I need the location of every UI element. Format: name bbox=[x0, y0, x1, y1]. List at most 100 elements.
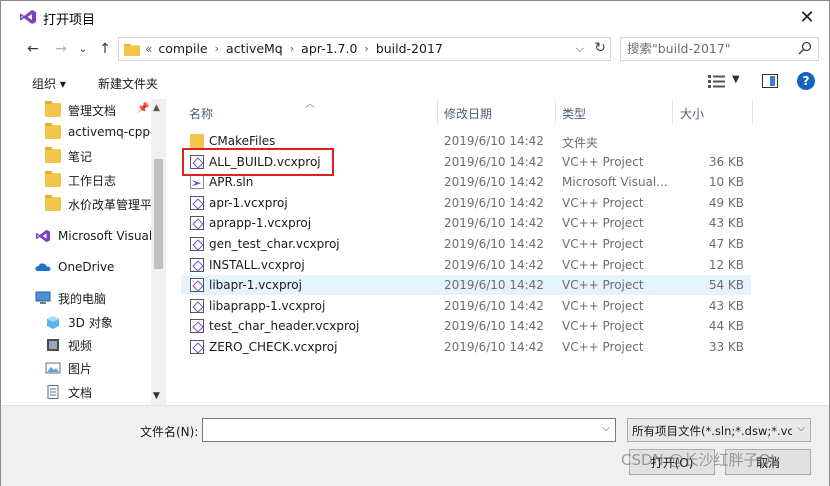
view-options-icon[interactable] bbox=[708, 74, 726, 88]
column-divider[interactable] bbox=[437, 99, 438, 125]
chevron-right-icon[interactable]: › bbox=[364, 42, 368, 55]
breadcrumb: « compile › activeMq › apr-1.7.0 › build… bbox=[145, 41, 443, 56]
up-button[interactable]: ↑ bbox=[95, 39, 115, 59]
file-modified-date: 2019/6/10 14:42 bbox=[444, 154, 544, 169]
folder-icon bbox=[190, 134, 204, 148]
view-dropdown-icon[interactable]: ▼ bbox=[732, 74, 740, 85]
file-size: 43 KB bbox=[708, 216, 744, 231]
file-name: aprapp-1.vcxproj bbox=[209, 216, 312, 231]
sidebar-item-this-pc[interactable]: 我的电脑 bbox=[35, 287, 163, 309]
sidebar-item-pictures[interactable]: 图片 bbox=[45, 357, 166, 379]
file-size: 12 KB bbox=[708, 257, 744, 272]
breadcrumb-compile[interactable]: compile bbox=[158, 41, 207, 56]
filename-input[interactable] bbox=[207, 420, 597, 440]
preview-pane-icon[interactable] bbox=[762, 74, 778, 88]
file-row[interactable]: aprapp-1.vcxproj 2019/6/10 14:42 VC++ Proj… bbox=[181, 213, 751, 233]
file-modified-date: 2019/6/10 14:42 bbox=[444, 257, 544, 272]
column-header-type[interactable]: 类型 bbox=[562, 105, 586, 122]
column-divider[interactable] bbox=[672, 99, 673, 125]
sidebar-item-label: 我的电脑 bbox=[58, 291, 107, 306]
back-button[interactable]: ← bbox=[23, 39, 43, 59]
forward-button[interactable]: → bbox=[51, 39, 71, 59]
breadcrumb-overflow[interactable]: « bbox=[145, 42, 152, 56]
file-size: 44 KB bbox=[708, 319, 744, 334]
new-folder-button[interactable]: 新建文件夹 bbox=[98, 75, 158, 92]
file-row[interactable]: libapr-1.vcxproj 2019/6/10 14:42 VC++ Proj… bbox=[181, 275, 751, 296]
sidebar-item-documents[interactable]: 文档 bbox=[45, 381, 166, 403]
scrollbar-thumb[interactable] bbox=[154, 159, 163, 269]
chevron-down-icon[interactable]: ⌵ bbox=[602, 423, 610, 434]
file-type-filter-label: 所有项目文件(*.sln;*.dsw;*.vcw bbox=[632, 424, 792, 438]
navigation-bar: ← → ⌄ ↑ « compile › activeMq › apr-1.7.0… bbox=[1, 33, 829, 65]
sidebar-item-3d-objects[interactable]: 3D 对象 bbox=[45, 311, 166, 333]
arrow-left-icon: ← bbox=[27, 41, 39, 57]
file-row[interactable]: apr-1.vcxproj 2019/6/10 14:42 VC++ Project… bbox=[181, 193, 751, 213]
breadcrumb-activemq[interactable]: activeMq bbox=[226, 41, 283, 56]
scroll-up-icon[interactable]: ▲ bbox=[153, 103, 160, 113]
help-icon[interactable]: ? bbox=[797, 72, 815, 90]
file-size: 43 KB bbox=[708, 298, 744, 313]
column-header-date[interactable]: 修改日期 bbox=[444, 105, 492, 122]
folder-icon bbox=[45, 101, 61, 117]
file-size: 49 KB bbox=[708, 195, 744, 210]
vcxproj-icon bbox=[190, 278, 204, 293]
refresh-icon[interactable]: ↻ bbox=[594, 40, 606, 56]
file-name: ZERO_CHECK.vcxproj bbox=[209, 340, 338, 354]
sidebar-item-microsoft-visual[interactable]: Microsoft Visual bbox=[35, 225, 163, 247]
breadcrumb-apr[interactable]: apr-1.7.0 bbox=[301, 41, 357, 56]
search-icon[interactable] bbox=[798, 41, 812, 55]
navigation-pane-scrollbar[interactable]: ▲ ▼ bbox=[151, 99, 166, 405]
sidebar-item-water-price[interactable]: 水价改革管理平· bbox=[45, 193, 166, 215]
file-modified-date: 2019/6/10 14:42 bbox=[444, 175, 544, 190]
sidebar-item-label: 图片 bbox=[68, 361, 93, 376]
column-header-name[interactable]: 名称 bbox=[189, 105, 213, 122]
file-modified-date: 2019/6/10 14:42 bbox=[444, 319, 544, 334]
search-box[interactable] bbox=[620, 37, 819, 61]
scroll-down-icon[interactable]: ▼ bbox=[153, 391, 160, 401]
chevron-down-icon[interactable]: ⌵ bbox=[797, 423, 805, 434]
visual-studio-icon bbox=[36, 229, 50, 243]
file-name: INSTALL.vcxproj bbox=[209, 257, 305, 272]
sidebar-item-label: 管理文档 bbox=[68, 103, 117, 118]
column-header-size[interactable]: 大小 bbox=[680, 105, 704, 122]
file-row[interactable]: gen_test_char.vcxproj 2019/6/10 14:42 VC++… bbox=[181, 234, 751, 254]
sidebar-item-activemq[interactable]: activemq-cpp-l bbox=[45, 121, 166, 143]
organize-button[interactable]: 组织 ▾ bbox=[32, 75, 66, 92]
visual-studio-icon bbox=[20, 10, 36, 24]
file-row[interactable]: libaprapp-1.vcxproj 2019/6/10 14:42 VC++ P… bbox=[181, 296, 751, 316]
vcxproj-icon bbox=[190, 319, 204, 334]
file-modified-date: 2019/6/10 14:42 bbox=[444, 195, 544, 210]
file-size: 10 KB bbox=[708, 175, 744, 190]
chevron-right-icon[interactable]: › bbox=[215, 42, 219, 55]
dialog-footer: 文件名(N): ⌵ 所有项目文件(*.sln;*.dsw;*.vcw ⌵ 打开(… bbox=[1, 405, 829, 486]
sidebar-item-work-log[interactable]: 工作日志 bbox=[45, 169, 166, 191]
address-bar[interactable]: « compile › activeMq › apr-1.7.0 › build… bbox=[118, 37, 611, 61]
vcxproj-icon bbox=[190, 340, 204, 354]
file-type: Microsoft Visual... bbox=[562, 175, 668, 190]
search-input[interactable] bbox=[627, 41, 787, 56]
column-divider[interactable] bbox=[555, 99, 556, 125]
sidebar-item-onedrive[interactable]: OneDrive bbox=[35, 256, 163, 278]
file-type: VC++ Project bbox=[562, 257, 644, 272]
close-button[interactable]: ✕ bbox=[795, 5, 819, 29]
file-row[interactable]: ZERO_CHECK.vcxproj 2019/6/10 14:42 VC++ Pr… bbox=[181, 337, 751, 357]
close-icon: ✕ bbox=[799, 6, 815, 28]
3d-objects-icon bbox=[47, 316, 59, 329]
breadcrumb-build-2017[interactable]: build-2017 bbox=[376, 41, 443, 56]
pin-icon[interactable]: 📌 bbox=[137, 103, 149, 114]
folder-icon bbox=[124, 44, 140, 56]
column-divider[interactable] bbox=[752, 99, 753, 125]
address-dropdown-icon[interactable]: ⌵ bbox=[576, 42, 584, 56]
recent-locations-button[interactable]: ⌄ bbox=[73, 39, 93, 59]
file-type-filter[interactable]: 所有项目文件(*.sln;*.dsw;*.vcw ⌵ bbox=[627, 418, 811, 442]
documents-icon bbox=[47, 385, 59, 399]
folder-icon bbox=[45, 147, 61, 163]
file-list: ︿ 名称 修改日期 类型 大小 CMakeFiles 2019/6/10 14:4… bbox=[169, 99, 829, 405]
sidebar-item-videos[interactable]: 视频 bbox=[45, 334, 166, 356]
filename-combobox[interactable]: ⌵ bbox=[202, 418, 616, 442]
file-modified-date: 2019/6/10 14:42 bbox=[444, 216, 544, 231]
file-row[interactable]: test_char_header.vcxproj 2019/6/10 14:42 V… bbox=[181, 316, 751, 336]
sidebar-item-notes[interactable]: 笔记 bbox=[45, 145, 166, 167]
chevron-right-icon[interactable]: › bbox=[290, 42, 294, 55]
file-row[interactable]: INSTALL.vcxproj 2019/6/10 14:42 VC++ Proje… bbox=[181, 255, 751, 275]
